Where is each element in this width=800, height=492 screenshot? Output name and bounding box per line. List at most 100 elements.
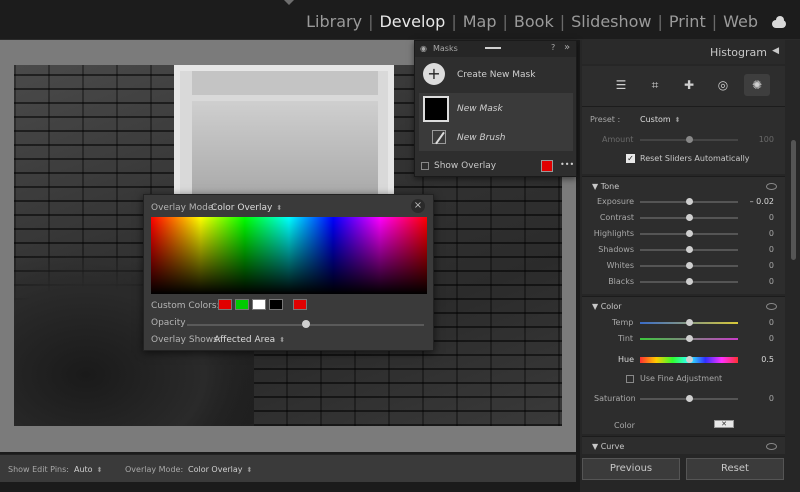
overlay-mode-toolbar-select[interactable]: Color Overlay ⬍	[188, 465, 252, 474]
hue-slider-thumb[interactable]	[686, 356, 693, 363]
tone-slider-value: 0	[768, 261, 774, 270]
module-library[interactable]: Library	[300, 12, 368, 31]
overlay-shows-select[interactable]: Affected Area ⬍	[214, 335, 285, 345]
custom-color-swatch[interactable]	[235, 299, 249, 310]
opacity-slider-thumb[interactable]	[301, 320, 310, 328]
color-swatch-none[interactable]: ✕	[714, 420, 734, 428]
tone-slider-thumb[interactable]	[686, 262, 693, 269]
cloud-icon[interactable]	[770, 15, 788, 28]
masks-title: Masks	[433, 44, 458, 53]
color-spectrum-picker[interactable]	[151, 217, 427, 294]
eye-icon[interactable]	[766, 303, 777, 310]
collapse-icon[interactable]: »	[564, 42, 570, 53]
right-panel: Histogram ◀ ☰ ⌗ ✚ ◎ ✺ Preset : Custom ⬍ A…	[580, 40, 800, 492]
eye-icon[interactable]: ◉	[420, 44, 427, 53]
overlay-color-swatch[interactable]	[541, 160, 553, 172]
tone-slider-value: 0	[768, 245, 774, 254]
red-eye-icon[interactable]: ◎	[710, 74, 736, 96]
module-develop[interactable]: Develop	[373, 12, 451, 31]
brush-icon	[432, 130, 446, 144]
tone-slider-thumb[interactable]	[686, 214, 693, 221]
module-web[interactable]: Web	[717, 12, 764, 31]
mask-thumbnail[interactable]	[423, 96, 449, 122]
opacity-label: Opacity	[151, 318, 186, 328]
tone-slider-label: Highlights	[593, 229, 634, 238]
tone-slider-thumb[interactable]	[686, 246, 693, 253]
hue-value: 0.5	[761, 355, 774, 364]
tone-title[interactable]: ▼ Tone	[592, 182, 619, 191]
preset-label: Preset :	[590, 115, 621, 124]
amount-value: 100	[758, 135, 774, 144]
eye-icon[interactable]	[766, 183, 777, 190]
module-slideshow[interactable]: Slideshow	[565, 12, 657, 31]
module-book[interactable]: Book	[508, 12, 560, 31]
tint-slider-thumb[interactable]	[686, 335, 693, 342]
tone-slider-value: 0	[768, 229, 774, 238]
crop-icon[interactable]: ⌗	[642, 74, 668, 96]
curve-title[interactable]: ▼ Curve	[592, 442, 624, 451]
custom-color-swatch[interactable]	[252, 299, 266, 310]
show-overlay-label: Show Overlay	[434, 161, 497, 171]
healing-icon[interactable]: ✚	[676, 74, 702, 96]
hue-label: Hue	[618, 355, 635, 364]
module-bar: Library | Develop | Map | Book | Slideshow | …	[0, 0, 800, 40]
edit-pins-label: Show Edit Pins:	[8, 465, 69, 474]
temp-slider-thumb[interactable]	[686, 319, 693, 326]
eye-icon[interactable]	[766, 443, 777, 450]
custom-color-swatch[interactable]	[218, 299, 232, 310]
temp-label: Temp	[612, 318, 634, 327]
tone-slider-thumb[interactable]	[686, 230, 693, 237]
overlay-mode-select[interactable]: Color Overlay ⬍	[211, 203, 282, 213]
photo-window	[174, 65, 394, 200]
tool-strip: ☰ ⌗ ✚ ◎ ✺	[582, 66, 785, 106]
help-icon[interactable]: ?	[551, 43, 555, 52]
tone-slider-label: Shadows	[598, 245, 634, 254]
temp-value: 0	[768, 318, 774, 327]
masks-header: ◉ Masks ? »	[415, 41, 576, 57]
preset-section: Preset : Custom ⬍ Amount 100 ✓ Reset Slid…	[582, 106, 785, 174]
amount-label: Amount	[602, 135, 634, 144]
tone-slider-thumb[interactable]	[686, 278, 693, 285]
tone-slider-value: 0	[768, 277, 774, 286]
curve-section: ▼ Curve	[582, 436, 785, 454]
selected-color-swatch[interactable]	[293, 299, 307, 310]
custom-color-swatch[interactable]	[269, 299, 283, 310]
saturation-value: 0	[768, 394, 774, 403]
collapse-top-panel-arrow-icon[interactable]	[284, 0, 294, 6]
saturation-slider-thumb[interactable]	[686, 395, 693, 402]
triangle-icon[interactable]: ◀	[772, 46, 779, 56]
histogram-label: Histogram	[709, 46, 767, 59]
amount-slider-thumb[interactable]	[686, 136, 693, 143]
preset-select[interactable]: Custom ⬍	[640, 115, 681, 124]
masking-icon[interactable]: ✺	[744, 74, 770, 96]
show-overlay-checkbox[interactable]	[421, 162, 429, 170]
color-title[interactable]: ▼ Color	[592, 302, 622, 311]
masks-panel: ◉ Masks ? » + Create New Mask New Mask N…	[414, 40, 577, 177]
module-print[interactable]: Print	[663, 12, 712, 31]
tint-label: Tint	[618, 334, 634, 343]
drag-handle[interactable]	[485, 47, 501, 49]
sliders-icon[interactable]: ☰	[608, 74, 634, 96]
right-panel-scrollbar[interactable]	[791, 140, 796, 260]
histogram-header[interactable]: Histogram ◀	[582, 40, 785, 64]
module-map[interactable]: Map	[457, 12, 503, 31]
tone-slider-thumb[interactable]	[686, 198, 693, 205]
overlay-shows-label: Overlay Shows:	[151, 335, 221, 345]
tint-value: 0	[768, 334, 774, 343]
reset-sliders-checkbox[interactable]: ✓	[626, 154, 635, 163]
color-section: ▼ Color Temp 0 Tint 0 Hue 0.5 Use Fine A…	[582, 296, 785, 434]
tone-slider-label: Whites	[606, 261, 634, 270]
tone-slider-value: 0	[768, 213, 774, 222]
edit-pins-select[interactable]: Auto ⬍	[74, 465, 102, 474]
tone-section: ▼ Tone Exposure – 0.02 Contrast 0 Highlights…	[582, 176, 785, 294]
more-options-icon[interactable]: •••	[560, 160, 574, 169]
saturation-label: Saturation	[594, 394, 636, 403]
close-icon[interactable]: ×	[411, 199, 425, 213]
reset-sliders-label: Reset Sliders Automatically	[640, 154, 750, 163]
tone-slider-value: – 0.02	[749, 197, 774, 206]
create-mask-button[interactable]: +	[423, 63, 445, 85]
tone-slider-label: Blacks	[608, 277, 634, 286]
fine-adjust-checkbox[interactable]	[626, 375, 634, 383]
reset-button[interactable]: Reset	[686, 458, 784, 480]
previous-button[interactable]: Previous	[582, 458, 680, 480]
